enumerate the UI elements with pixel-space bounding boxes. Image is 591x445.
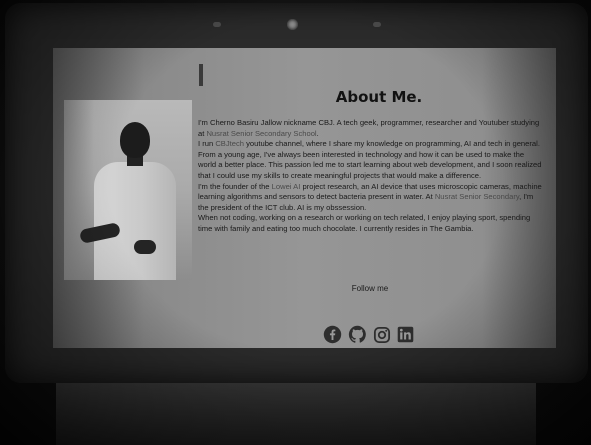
camera-icon — [287, 19, 298, 30]
sensor-dot — [373, 22, 381, 27]
about-paragraph-1: I'm Cherno Basiru Jallow nickname CBJ. A… — [198, 118, 540, 138]
sensor-dot — [213, 22, 221, 27]
smart-display-frame: About Me. I'm Cherno Basiru Jallow nickn… — [5, 3, 588, 383]
facebook-icon[interactable] — [323, 325, 342, 344]
school-link[interactable]: Nusrat Senior Secondary School — [206, 129, 316, 138]
about-paragraph-5: When not coding, working on a research o… — [198, 213, 531, 233]
profile-photo — [64, 100, 192, 280]
social-links — [323, 325, 414, 344]
school-link-2[interactable]: Nusrat Senior Secondary — [435, 192, 519, 201]
camera-bar — [5, 3, 588, 43]
about-paragraph-3: From a young age, I've always been inter… — [198, 149, 542, 180]
github-icon[interactable] — [348, 325, 367, 344]
accent-bar — [199, 64, 203, 86]
linkedin-icon[interactable] — [397, 326, 414, 343]
screen-edge — [556, 48, 558, 348]
page-title: About Me. — [335, 88, 423, 106]
project-link[interactable]: Lowei AI — [272, 182, 301, 191]
instagram-icon[interactable] — [373, 326, 391, 344]
about-paragraph-2: I run CBJtech youtube channel, where I s… — [198, 139, 540, 149]
about-section: About Me. I'm Cherno Basiru Jallow nickn… — [198, 88, 542, 235]
scene: About Me. I'm Cherno Basiru Jallow nickn… — [0, 0, 591, 445]
follow-me-label: Follow me — [351, 284, 389, 293]
screen: About Me. I'm Cherno Basiru Jallow nickn… — [53, 48, 558, 348]
about-paragraph-4: I'm the founder of the Lowei AI project … — [198, 181, 542, 212]
youtube-channel-link[interactable]: CBJtech — [215, 139, 244, 148]
